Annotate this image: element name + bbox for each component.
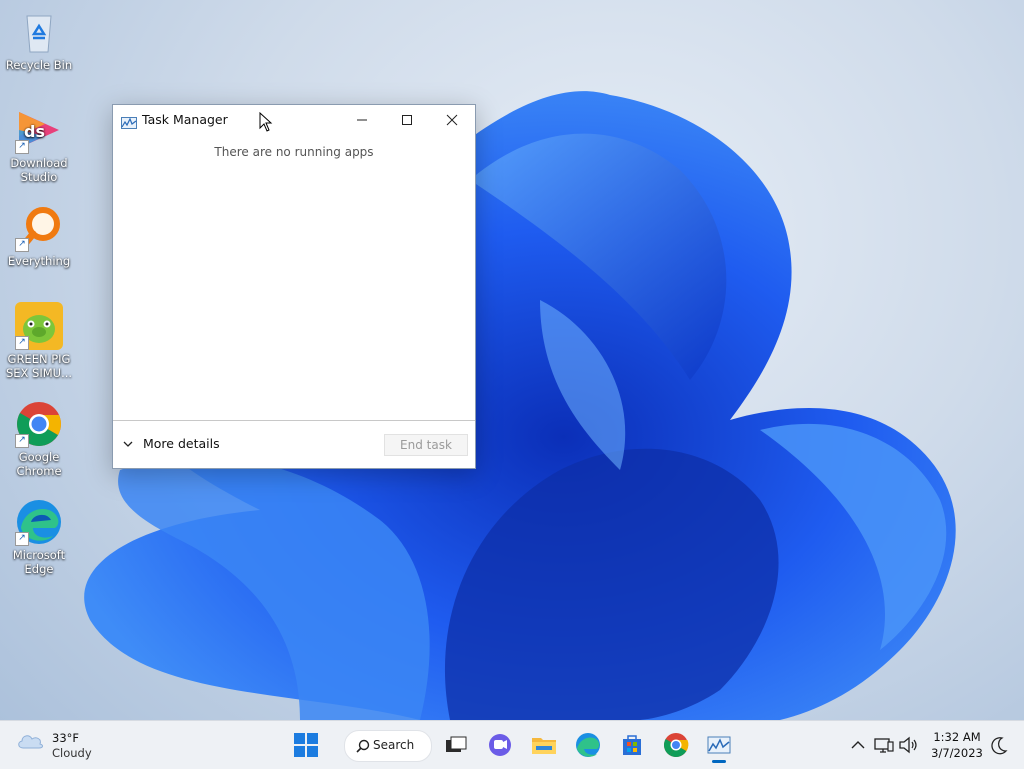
- file-explorer-button[interactable]: [528, 729, 560, 761]
- shortcut-arrow-icon: ↗: [15, 434, 29, 448]
- chevron-down-icon: [123, 441, 133, 447]
- chrome-taskbar-button[interactable]: [660, 729, 692, 761]
- search-icon: [356, 739, 370, 753]
- svg-text:ds: ds: [24, 122, 45, 141]
- edge-taskbar-button[interactable]: [572, 729, 604, 761]
- mouse-cursor-icon: [259, 112, 273, 132]
- close-button[interactable]: [429, 105, 475, 135]
- task-manager-icon: [121, 114, 137, 133]
- window-title: Task Manager: [142, 112, 228, 127]
- cloud-icon: [18, 735, 43, 749]
- task-manager-icon: [707, 736, 731, 754]
- desktop-icon-recycle-bin[interactable]: Recycle Bin: [2, 8, 76, 72]
- empty-apps-message: There are no running apps: [214, 145, 374, 159]
- teams-chat-button[interactable]: [484, 729, 516, 761]
- weather-widget[interactable]: 33°F Cloudy: [16, 729, 92, 760]
- moon-icon: [991, 737, 1008, 755]
- desktop-icon-label: Everything: [7, 254, 71, 268]
- chrome-icon: ↗: [15, 400, 63, 448]
- edge-icon: ↗: [15, 498, 63, 546]
- taskbar-clock[interactable]: 1:32 AM 3/7/2023: [922, 729, 992, 761]
- folder-icon: [532, 738, 556, 754]
- desktop-icon-everything[interactable]: ↗ Everything: [2, 204, 76, 268]
- desktop-icon-label: Microsoft Edge: [12, 548, 66, 576]
- end-task-button[interactable]: End task: [384, 434, 468, 456]
- desktop-icon-google-chrome[interactable]: ↗ Google Chrome: [2, 400, 76, 478]
- desktop-icon-download-studio[interactable]: ds ↗ Download Studio: [2, 106, 76, 184]
- desktop-icon-green-pig[interactable]: ↗ GREEN PIG SEX SIMU...: [2, 302, 76, 380]
- clock-date: 3/7/2023: [931, 746, 983, 760]
- task-manager-window[interactable]: Task Manager There are no running apps M…: [112, 104, 476, 469]
- desktop-icon-label: Google Chrome: [16, 450, 62, 478]
- chrome-icon: [663, 733, 689, 758]
- magnifier-icon: ↗: [15, 204, 63, 252]
- task-manager-footer: More details End task: [113, 420, 475, 469]
- shortcut-arrow-icon: ↗: [15, 238, 29, 252]
- task-manager-taskbar-button[interactable]: [703, 729, 735, 761]
- download-studio-icon: ds ↗: [15, 106, 63, 154]
- more-details-label: More details: [143, 436, 220, 451]
- maximize-button[interactable]: [384, 105, 430, 135]
- minimize-button[interactable]: [339, 105, 385, 135]
- desktop-icon-label: GREEN PIG SEX SIMU...: [5, 352, 73, 380]
- task-view-button[interactable]: [440, 729, 472, 761]
- edge-icon: [576, 733, 600, 757]
- clock-time: 1:32 AM: [933, 730, 981, 744]
- close-icon: [446, 114, 458, 126]
- task-view-icon: [446, 736, 467, 752]
- weather-temperature: 33°F: [52, 731, 79, 745]
- shortcut-arrow-icon: ↗: [15, 140, 29, 154]
- taskbar: 33°F Cloudy Search 1:32 AM 3/7/2023: [0, 720, 1024, 769]
- desktop-icon-label: Recycle Bin: [5, 58, 73, 72]
- speaker-icon: [899, 736, 917, 754]
- more-details-button[interactable]: More details: [123, 436, 220, 451]
- start-button[interactable]: [290, 729, 322, 761]
- windows-logo-icon: [294, 733, 318, 757]
- desktop-icon-label: Download Studio: [10, 156, 68, 184]
- search-label: Search: [373, 738, 415, 752]
- weather-condition: Cloudy: [52, 746, 92, 760]
- microsoft-store-button[interactable]: [616, 729, 648, 761]
- recycle-bin-icon: [15, 8, 63, 56]
- green-pig-icon: ↗: [15, 302, 63, 350]
- taskbar-search-button[interactable]: Search: [344, 730, 432, 762]
- desktop-icon-microsoft-edge[interactable]: ↗ Microsoft Edge: [2, 498, 76, 576]
- shortcut-arrow-icon: ↗: [15, 532, 29, 546]
- chat-icon: [489, 734, 511, 756]
- minimize-icon: [357, 119, 367, 121]
- volume-tray-button[interactable]: [893, 729, 925, 761]
- focus-assist-button[interactable]: [984, 729, 1016, 761]
- maximize-icon: [402, 115, 412, 125]
- shortcut-arrow-icon: ↗: [15, 336, 29, 350]
- active-app-indicator: [712, 760, 726, 763]
- store-icon: [623, 735, 641, 755]
- title-bar[interactable]: Task Manager: [113, 105, 475, 135]
